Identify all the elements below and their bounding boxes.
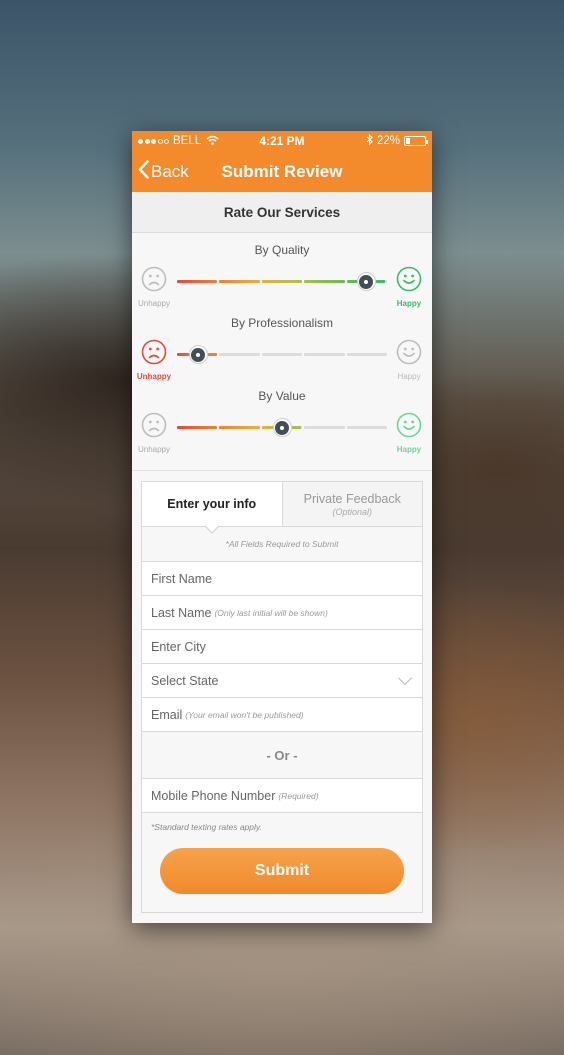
slider-tail [208,353,217,356]
slider-segment [304,426,345,429]
last-name-placeholder: Last Name [151,605,212,620]
nav-bar: Back Submit Review [132,151,432,192]
slider-segment [304,280,345,283]
sad-face-icon [141,412,167,442]
email-hint: (Your email won't be published) [185,709,304,720]
unhappy-label: Unhappy [137,445,171,454]
slider-segment [177,280,218,283]
city-field[interactable]: Enter City [142,630,422,664]
unhappy-label: Unhappy [136,372,172,381]
slider-segment [219,426,260,429]
slider-tail [292,426,301,429]
section-title: Rate Our Services [132,192,432,233]
slider-knob[interactable] [188,345,208,364]
rating-value: By Value Unhappy Happy [132,389,432,462]
happy-option[interactable]: Happy [389,339,429,381]
happy-label: Happy [397,372,421,381]
tab-bar: Enter your info Private Feedback (Option… [142,482,422,534]
phone-hint: (Required) [278,790,319,801]
chevron-left-icon [138,159,149,184]
happy-label: Happy [396,445,422,454]
tab-private-feedback[interactable]: Private Feedback (Optional) [281,482,422,526]
top-bar: BELL 4:21 PM 22% Back Submit Review [132,131,432,192]
sad-face-icon [141,339,167,369]
tab-label: Enter your info [167,497,257,511]
ratings-panel: By Quality Unhappy Happy By Professional… [132,233,432,471]
status-time: 4:21 PM [259,134,305,148]
slider-segment [261,280,303,283]
phone-field[interactable]: Mobile Phone Number (Required) [142,779,422,813]
rating-label: By Professionalism [230,316,334,330]
back-button[interactable]: Back [132,159,189,184]
slider-segment [219,353,260,356]
professionalism-slider[interactable] [177,345,387,364]
chevron-down-icon [397,670,413,686]
battery-icon [404,136,428,146]
slider-knob[interactable] [272,418,292,437]
tab-enter-info[interactable]: Enter your info [142,482,282,534]
email-field[interactable]: Email (Your email won't be published) [142,698,422,732]
smile-face-icon [396,266,422,296]
unhappy-option[interactable]: Unhappy [134,412,174,454]
back-label: Back [151,161,189,181]
state-select[interactable]: Select State [142,664,422,698]
tab-pointer [203,525,220,534]
first-name-field[interactable]: First Name [142,562,422,596]
sad-face-icon [141,266,167,296]
info-form-area: Enter your info Private Feedback (Option… [132,471,432,913]
unhappy-option[interactable]: Unhappy [134,266,174,308]
unhappy-label: Unhappy [137,299,171,308]
happy-option[interactable]: Happy [389,412,429,454]
slider-segment [346,353,387,356]
submit-button[interactable]: Submit [160,848,404,894]
or-divider: - Or - [142,732,422,779]
info-card: Enter your info Private Feedback (Option… [141,481,423,913]
rating-professionalism: By Professionalism Unhappy Happy [132,316,432,389]
slider-segment [177,426,218,429]
rating-label: By Quality [254,243,310,257]
required-note: *All Fields Required to Submit [142,527,422,562]
slider-segment [346,426,387,429]
value-slider[interactable] [177,418,387,437]
slider-segment [219,280,260,283]
last-name-field[interactable]: Last Name (Only last initial will be sho… [142,596,422,630]
rates-note: *Standard texting rates apply. [142,813,422,840]
city-placeholder: Enter City [151,639,206,654]
last-name-hint: (Only last initial will be shown) [214,607,328,618]
happy-option[interactable]: Happy [389,266,429,308]
submit-area: Submit [142,840,422,912]
email-placeholder: Email [151,707,183,722]
phone-placeholder: Mobile Phone Number [151,788,276,803]
rating-label: By Value [258,389,306,403]
first-name-placeholder: First Name [151,571,213,586]
slider-segment [261,353,303,356]
state-placeholder: Select State [151,673,219,688]
slider-tail [376,280,385,283]
unhappy-option[interactable]: Unhappy [134,339,174,381]
status-bar: BELL 4:21 PM 22% [132,131,432,151]
happy-label: Happy [396,299,422,308]
smile-face-icon [396,339,422,369]
slider-segment [304,353,345,356]
tab-sublabel: (Optional) [332,506,372,517]
quality-slider[interactable] [177,272,387,291]
tab-label: Private Feedback [303,491,401,506]
slider-knob[interactable] [356,272,376,291]
rating-quality: By Quality Unhappy Happy [132,243,432,316]
phone-screen: BELL 4:21 PM 22% Back Submit Review Rate… [132,131,432,923]
smile-face-icon [396,412,422,442]
